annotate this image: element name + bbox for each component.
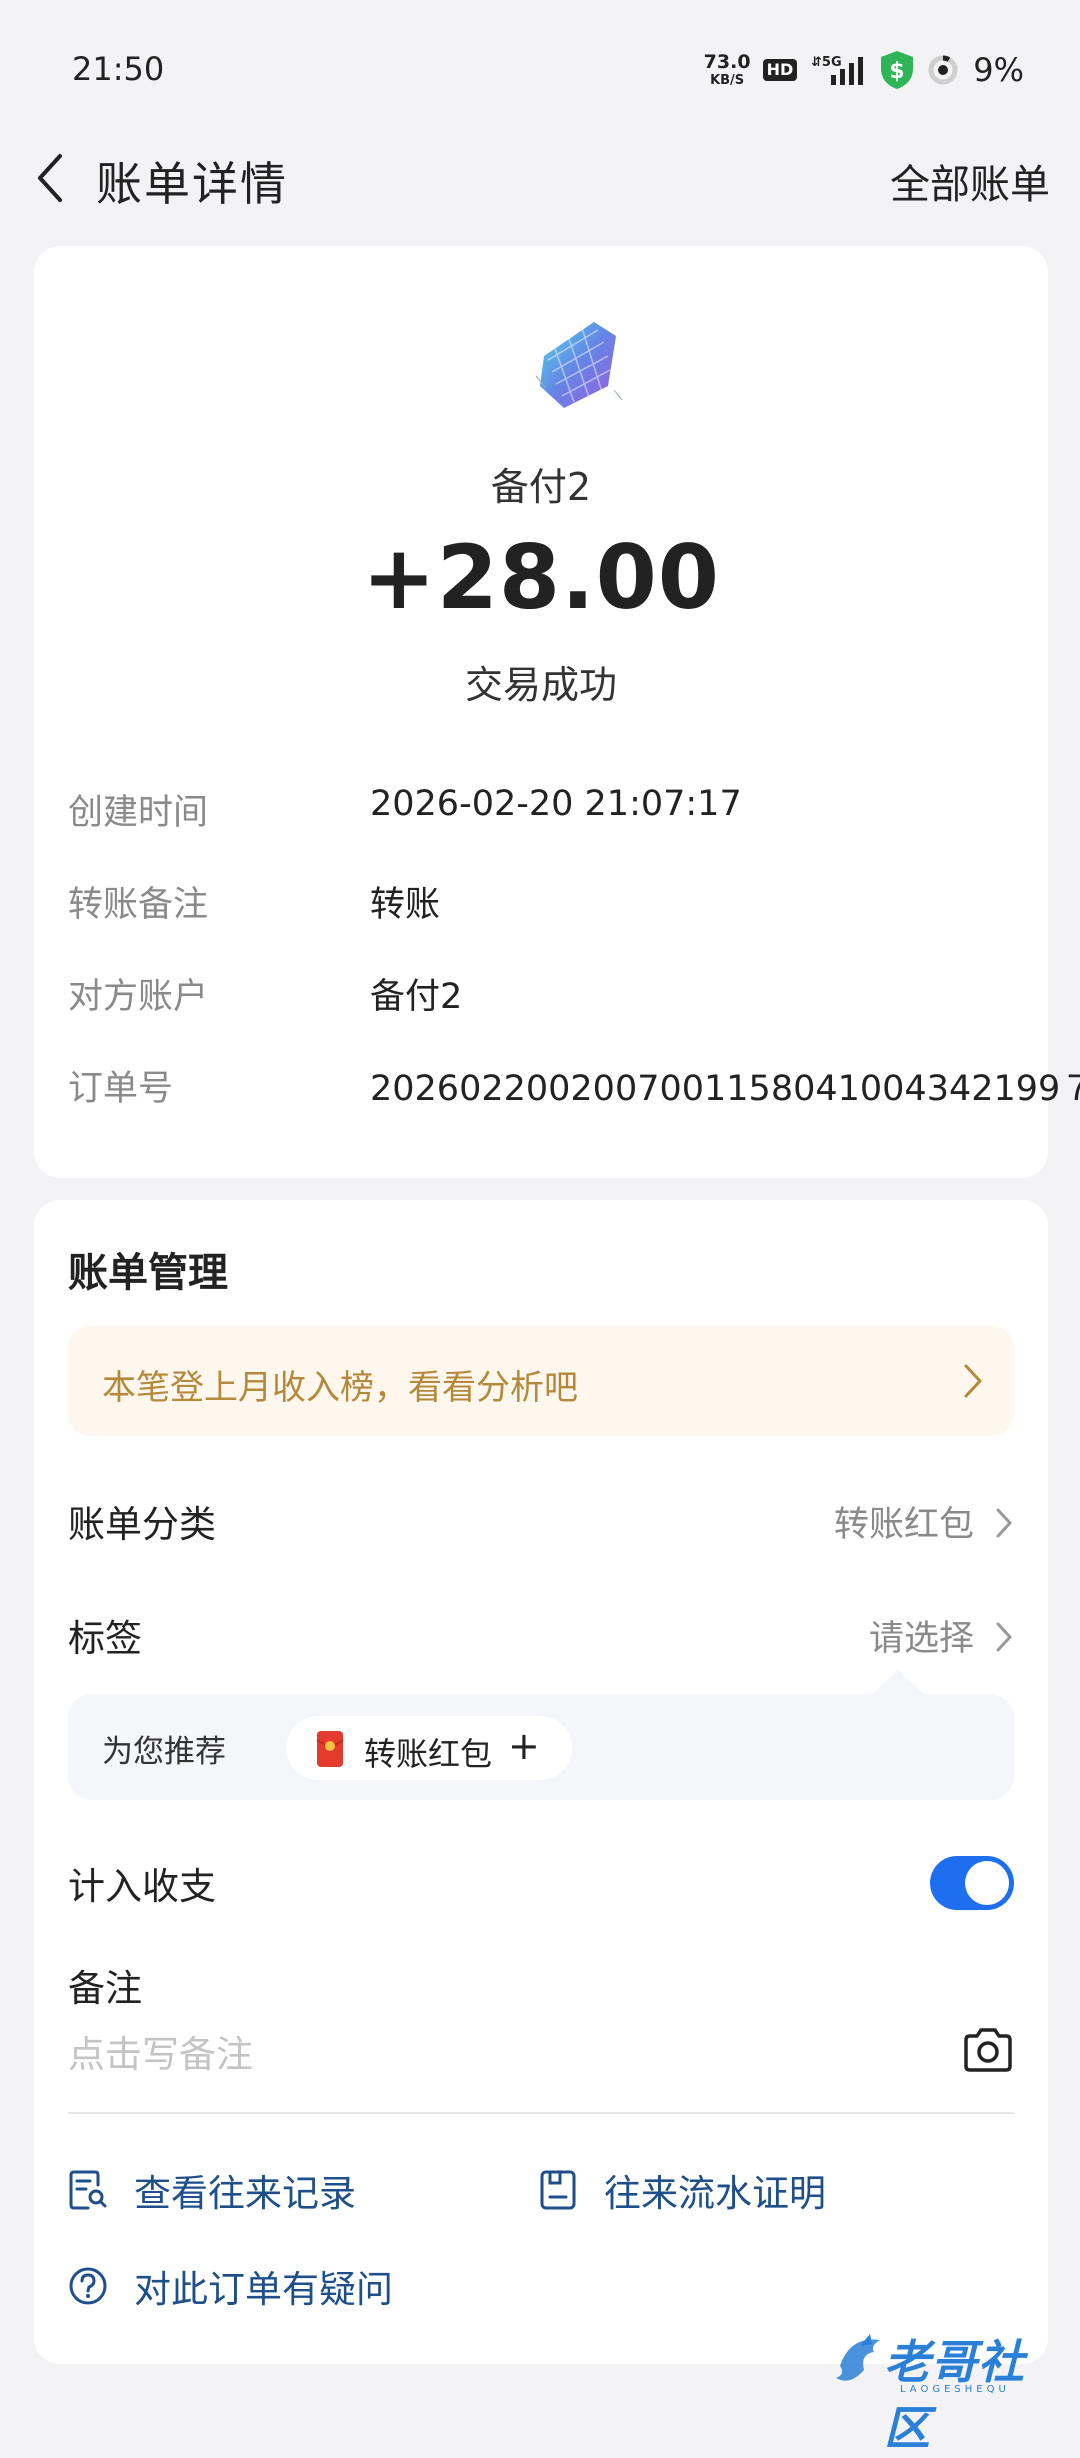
statement-document-icon (540, 2170, 576, 2210)
watermark-subtext: LAOGESHEQU (900, 2384, 1010, 2395)
tags-value: 请选择 (868, 1619, 974, 1659)
tags-row[interactable]: 标签 请选择 (68, 1600, 1014, 1670)
recommended-tags: 为您推荐 转账红包 + (68, 1670, 1014, 1800)
recommend-label: 为您推荐 (102, 1734, 226, 1770)
nav-bar: 账单详情 全部账单 (0, 130, 1080, 230)
page-title: 账单详情 (96, 157, 288, 211)
all-bills-link[interactable]: 全部账单 (890, 152, 1050, 210)
battery-percent: 9% (973, 51, 1024, 89)
section-title: 账单管理 (68, 1250, 228, 1296)
recommended-tag-chip[interactable]: 转账红包 + (286, 1716, 572, 1780)
records-search-icon (69, 2170, 107, 2210)
transaction-status: 交易成功 (464, 663, 617, 707)
hd-badge: HD (762, 59, 798, 81)
detail-row-order-number: 订单号 2026022002007001158041004342199７ (68, 1052, 1080, 1112)
bill-category-row[interactable]: 账单分类 转账红包 (68, 1486, 1014, 1556)
bill-category-value: 转账红包 (833, 1505, 974, 1545)
statement-proof-label: 往来流水证明 (604, 2172, 826, 2215)
order-question-link[interactable]: 对此订单有疑问 (68, 2256, 393, 2316)
order-number-value[interactable]: 2026022002007001158041004342199７ (370, 1060, 1080, 1111)
detail-value: 备付2 (370, 977, 463, 1017)
battery-ring-icon (928, 55, 958, 85)
recommended-tag-label: 转账红包 (364, 1735, 493, 1773)
camera-icon[interactable] (962, 2026, 1014, 2074)
toggle-knob (965, 1861, 1009, 1905)
chevron-right-icon (964, 1364, 982, 1398)
network-speed-value: 73.0 (703, 51, 751, 73)
detail-row-counterparty: 对方账户 备付2 (68, 960, 1028, 1020)
bill-management-card: 账单管理 本笔登上月收入榜，看看分析吧 账单分类 转账红包 标签 请选择 为您推… (34, 1200, 1048, 2364)
note-input[interactable] (68, 2024, 768, 2084)
security-shield-icon: $ (881, 51, 914, 89)
detail-label: 转账备注 (68, 885, 209, 925)
detail-label: 创建时间 (68, 793, 209, 833)
red-envelope-icon (316, 1731, 344, 1767)
chevron-right-icon (996, 1508, 1012, 1538)
network-speed: 73.0 KB/S (703, 51, 751, 88)
add-icon: + (508, 1724, 540, 1768)
svg-text:$: $ (890, 59, 905, 84)
detail-row-created-time: 创建时间 2026-02-20 21:07:17 (68, 776, 1028, 836)
chevron-right-icon (996, 1622, 1012, 1652)
status-icons: 73.0 KB/S HD ⇵5G $ 9% (704, 48, 1024, 92)
detail-value: 2026-02-20 21:07:17 (370, 784, 742, 824)
income-ranking-banner[interactable]: 本笔登上月收入榜，看看分析吧 (68, 1326, 1014, 1436)
transaction-amount: +28.00 (361, 526, 721, 629)
note-label: 备注 (68, 1967, 142, 2010)
question-icon (69, 2267, 107, 2305)
popover-pointer (870, 1670, 926, 1696)
order-question-label: 对此订单有疑问 (134, 2268, 393, 2311)
divider (68, 2112, 1014, 2114)
view-history-label: 查看往来记录 (134, 2172, 356, 2215)
detail-label: 对方账户 (68, 977, 209, 1017)
statement-proof-link[interactable]: 往来流水证明 (538, 2160, 826, 2220)
tags-label: 标签 (68, 1617, 142, 1660)
status-bar: 21:50 73.0 KB/S HD ⇵5G $ 9% (0, 0, 1080, 140)
detail-value: 转账 (370, 885, 441, 925)
promo-text: 本笔登上月收入榜，看看分析吧 (102, 1368, 578, 1408)
include-in-budget-toggle[interactable] (930, 1856, 1014, 1910)
status-time: 21:50 (72, 50, 165, 88)
payer-name: 备付2 (490, 465, 592, 509)
svg-text:⇵5G: ⇵5G (811, 55, 842, 70)
bill-category-label: 账单分类 (68, 1503, 216, 1546)
detail-label: 订单号 (68, 1069, 174, 1109)
signal-5g-icon: ⇵5G (811, 55, 864, 85)
include-in-budget-row: 计入收支 (68, 1848, 1014, 1918)
detail-row-transfer-note: 转账备注 转账 (68, 868, 1028, 928)
transaction-card: 备付2 +28.00 交易成功 创建时间 2026-02-20 21:07:17… (34, 246, 1080, 1178)
payer-avatar (535, 322, 623, 408)
back-arrow-icon[interactable] (30, 148, 70, 208)
include-in-budget-label: 计入收支 (68, 1865, 216, 1908)
view-history-link[interactable]: 查看往来记录 (68, 2160, 356, 2220)
watermark-logo: 老哥社区 LAOGESHEQU (830, 2326, 1070, 2455)
network-speed-unit: KB/S (710, 73, 745, 88)
